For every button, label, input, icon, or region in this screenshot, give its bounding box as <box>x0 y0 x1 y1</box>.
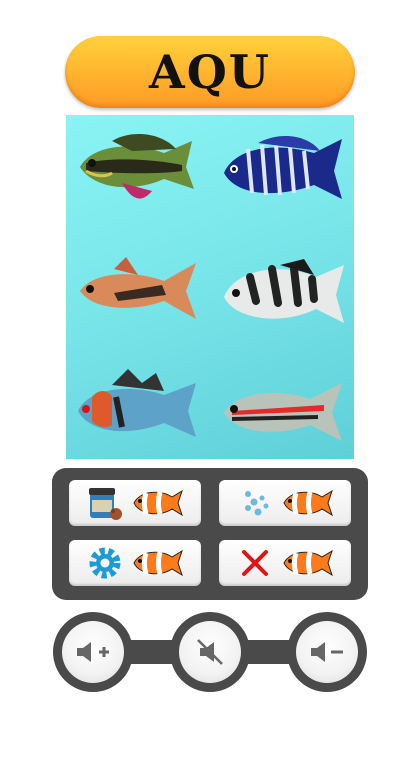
volume-up-icon <box>77 642 109 662</box>
volume-up-button[interactable] <box>53 612 133 692</box>
fish-tank <box>66 115 354 459</box>
kribensis-fish-icon[interactable] <box>72 127 202 207</box>
red-x-icon <box>242 550 268 576</box>
ram-cichlid-fish-icon[interactable] <box>72 367 202 447</box>
clownfish-icon <box>133 489 183 517</box>
bubbles-button[interactable] <box>219 480 351 526</box>
remove-fish-button[interactable] <box>219 540 351 586</box>
app-title: AQU <box>149 45 271 99</box>
zebra-cichlid-fish-icon[interactable] <box>218 129 348 209</box>
volume-down-icon <box>311 642 343 662</box>
settings-button[interactable] <box>69 540 201 586</box>
fish-food-jar-icon <box>89 488 122 520</box>
control-panel <box>52 468 368 600</box>
feed-fish-button[interactable] <box>69 480 201 526</box>
volume-down-button[interactable] <box>287 612 367 692</box>
mute-button[interactable] <box>170 612 250 692</box>
redline-tetra-fish-icon[interactable] <box>218 369 348 449</box>
bubbles-icon <box>245 491 269 516</box>
title-banner: AQU <box>65 36 355 108</box>
rasbora-fish-icon[interactable] <box>74 249 204 329</box>
archer-fish-icon[interactable] <box>220 251 350 331</box>
clownfish-icon <box>133 549 183 577</box>
mute-icon <box>197 639 223 665</box>
gear-icon <box>89 547 121 579</box>
clownfish-icon <box>283 489 333 517</box>
clownfish-icon <box>283 549 333 577</box>
